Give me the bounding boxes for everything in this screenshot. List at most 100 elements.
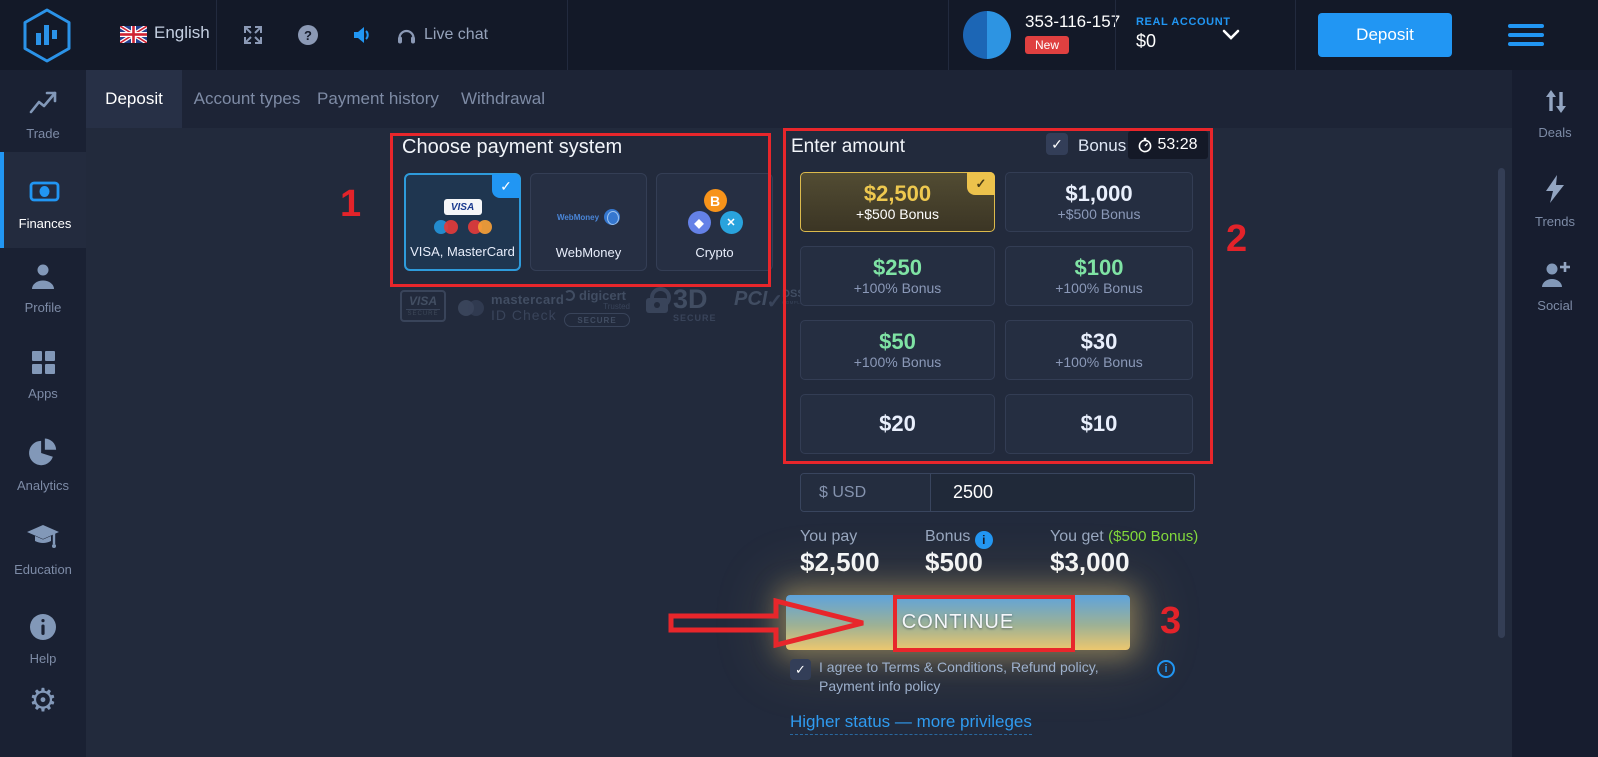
app-logo-icon[interactable] — [20, 7, 74, 63]
divider — [567, 0, 568, 70]
add-user-icon — [1540, 260, 1570, 288]
bonus-timer: 53:28 — [1128, 131, 1208, 159]
tab-payment-history[interactable]: Payment history — [312, 70, 444, 128]
terms-text[interactable]: I agree to Terms & Conditions, Refund po… — [819, 658, 1151, 697]
amount-option-20[interactable]: $20 — [800, 394, 995, 454]
you-get-bonus-note: ($500 Bonus) — [1108, 528, 1198, 545]
fullscreen-icon[interactable] — [243, 25, 263, 45]
bonus-summary-value: $500 — [925, 547, 983, 578]
sidebar-item-apps[interactable]: Apps — [0, 348, 86, 401]
bonus-checkbox-label: Bonus — [1078, 136, 1126, 156]
amount-option-30[interactable]: $30 +100% Bonus — [1005, 320, 1193, 380]
divider — [1295, 0, 1296, 70]
divider — [948, 0, 949, 70]
stopwatch-icon — [1138, 137, 1152, 153]
sidebar-item-analytics[interactable]: Analytics — [0, 438, 86, 493]
sidebar-item-trade[interactable]: Trade — [0, 88, 86, 141]
account-id: 353-116-157 — [1025, 12, 1120, 32]
payment-method-webmoney[interactable]: WebMoney WebMoney — [530, 173, 647, 271]
you-pay-label: You pay — [800, 528, 857, 546]
analytics-icon — [28, 438, 58, 468]
deposit-page: English ? Live chat 353-116-157 New REAL… — [0, 0, 1598, 757]
amount-option-250[interactable]: $250 +100% Bonus — [800, 246, 995, 306]
terms-checkbox[interactable]: ✓ — [790, 659, 811, 680]
amount-option-100[interactable]: $100 +100% Bonus — [1005, 246, 1193, 306]
gear-icon: ⚙ — [0, 684, 86, 716]
payment-method-visa-mastercard[interactable]: ✓ VISA VISA, MasterCard — [404, 173, 521, 271]
bitcoin-icon: B — [704, 189, 727, 212]
account-balance: $0 — [1136, 31, 1156, 52]
you-pay-value: $2,500 — [800, 547, 880, 578]
language-selector[interactable]: English — [154, 23, 210, 43]
uk-flag-icon[interactable] — [120, 26, 147, 43]
payment-method-label: Crypto — [695, 245, 733, 260]
info-icon — [29, 613, 57, 641]
selected-check-icon: ✓ — [967, 172, 995, 195]
ripple-icon: ✕ — [720, 211, 743, 234]
profile-icon — [28, 262, 58, 290]
divider — [216, 0, 217, 70]
left-sidebar: Trade Finances Profile Apps — [0, 70, 86, 757]
payment-method-crypto[interactable]: B ◆ ✕ Crypto — [656, 173, 773, 271]
tab-bar: Deposit Account types Payment history Wi… — [86, 70, 1512, 128]
lightning-icon — [1544, 174, 1566, 204]
bonus-checkbox[interactable]: ✓ — [1046, 133, 1068, 155]
sidebar-item-trends[interactable]: Trends — [1512, 174, 1598, 229]
mastercard-idcheck-badge: mastercard ID Check — [458, 292, 564, 323]
webmoney-globe-icon — [604, 209, 620, 225]
card-circles — [434, 220, 492, 234]
amount-option-50[interactable]: $50 +100% Bonus — [800, 320, 995, 380]
new-badge: New — [1025, 36, 1069, 54]
terms-info-icon[interactable]: i — [1157, 660, 1175, 678]
amount-input-row: $ USD — [800, 473, 1195, 512]
help-icon[interactable]: ? — [298, 25, 318, 45]
menu-icon[interactable] — [1508, 24, 1544, 46]
apps-icon — [29, 348, 57, 376]
amount-input[interactable] — [931, 474, 1194, 511]
higher-status-link[interactable]: Higher status — more privileges — [790, 712, 1032, 735]
scrollbar[interactable] — [1498, 168, 1505, 638]
you-get-value: $3,000 — [1050, 547, 1130, 578]
account-dropdown-chevron-icon[interactable] — [1222, 29, 1240, 40]
amount-section-title: Enter amount — [791, 136, 905, 158]
bonus-summary-label: Bonus i — [925, 528, 993, 549]
ethereum-icon: ◆ — [688, 211, 711, 234]
you-get-label: You get ($500 Bonus) — [1050, 528, 1198, 546]
sidebar-item-profile[interactable]: Profile — [0, 262, 86, 315]
tab-account-types[interactable]: Account types — [182, 70, 312, 128]
tab-withdrawal[interactable]: Withdrawal — [444, 70, 562, 128]
webmoney-logo: WebMoney — [557, 209, 620, 225]
education-icon — [26, 522, 60, 552]
deposit-button[interactable]: Deposit — [1318, 13, 1452, 57]
digicert-badge: digicert Trusted SECURE — [564, 288, 630, 327]
sidebar-item-education[interactable]: Education — [0, 522, 86, 577]
sidebar-item-deals[interactable]: Deals — [1512, 88, 1598, 140]
digicert-ring-icon — [564, 290, 575, 301]
live-chat-button[interactable]: Live chat — [424, 26, 488, 44]
avatar[interactable] — [963, 11, 1011, 59]
sidebar-item-help[interactable]: Help — [0, 613, 86, 666]
main-content: Deposit Account types Payment history Wi… — [86, 70, 1512, 757]
right-sidebar: Deals Trends Social — [1512, 70, 1598, 757]
deals-arrows-icon — [1542, 88, 1569, 115]
top-bar: English ? Live chat 353-116-157 New REAL… — [0, 0, 1598, 70]
payment-method-label: VISA, MasterCard — [410, 244, 515, 259]
amount-option-1000[interactable]: $1,000 +$500 Bonus — [1005, 172, 1193, 232]
trade-icon — [28, 88, 58, 116]
account-type-label: REAL ACCOUNT — [1136, 16, 1231, 28]
continue-button[interactable]: CONTINUE — [786, 595, 1130, 650]
currency-select[interactable]: $ USD — [801, 474, 931, 511]
amount-option-2500[interactable]: ✓ $2,500 +$500 Bonus — [800, 172, 995, 232]
payment-method-label: WebMoney — [556, 245, 622, 260]
sidebar-item-settings[interactable]: ⚙ — [0, 684, 86, 716]
check-swoosh-icon: ✓ — [766, 289, 783, 314]
visa-secure-badge: VISA SECURE — [400, 290, 446, 322]
tab-deposit[interactable]: Deposit — [86, 70, 182, 128]
sidebar-item-social[interactable]: Social — [1512, 260, 1598, 313]
sidebar-item-finances[interactable]: Finances — [0, 152, 86, 248]
headset-icon[interactable] — [396, 25, 417, 45]
crypto-coins: B ◆ ✕ — [680, 189, 750, 237]
sound-icon[interactable] — [352, 24, 372, 46]
amount-option-10[interactable]: $10 — [1005, 394, 1193, 454]
payment-section-title: Choose payment system — [402, 136, 622, 159]
